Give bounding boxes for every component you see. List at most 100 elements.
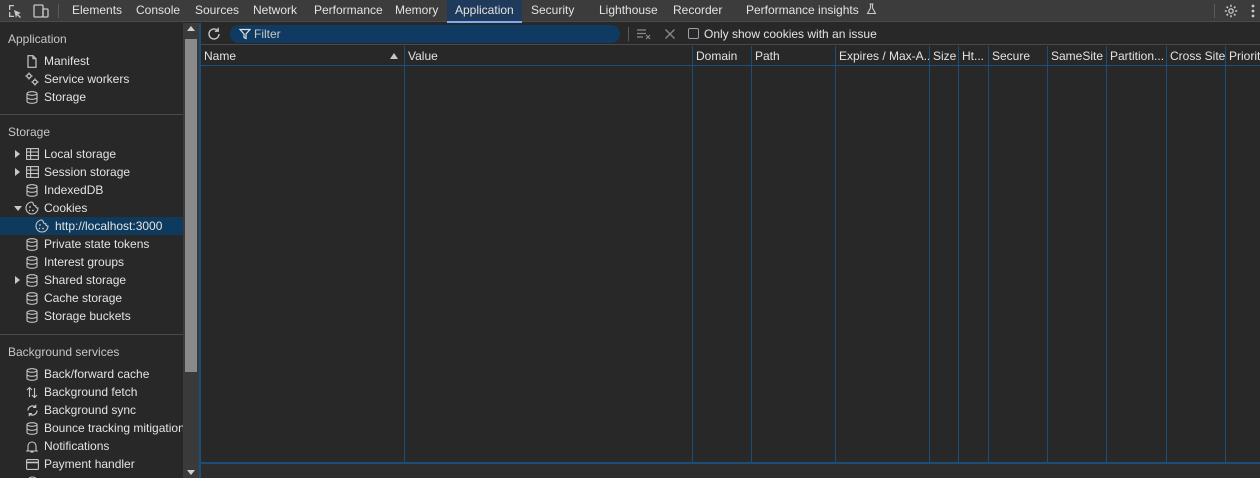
sidebar-item-interest-groups[interactable]: Interest groups [0, 253, 183, 271]
column-divider[interactable] [988, 46, 989, 463]
scrollbar-thumb[interactable] [185, 39, 197, 372]
sidebar-item-label: Service workers [44, 72, 130, 86]
sync-icon [25, 403, 39, 417]
sidebar-item-private-state-tokens[interactable]: Private state tokens [0, 235, 183, 253]
column-header-priority[interactable]: Priority [1226, 46, 1260, 66]
column-divider[interactable] [1166, 46, 1167, 463]
more-options-icon[interactable] [1244, 2, 1260, 20]
column-header-samesite[interactable]: SameSite [1048, 46, 1106, 66]
sidebar-item-background-sync[interactable]: Background sync [0, 401, 183, 419]
column-divider[interactable] [1106, 46, 1107, 463]
column-header-cross-site[interactable]: Cross Site [1167, 46, 1225, 66]
settings-gear-icon[interactable] [1222, 2, 1240, 20]
tab-lighthouse[interactable]: Lighthouse [599, 0, 658, 22]
column-divider[interactable] [751, 46, 752, 463]
filter-input[interactable] [254, 25, 614, 43]
column-header-path[interactable]: Path [752, 46, 835, 66]
column-header-size[interactable]: Size [930, 46, 958, 66]
sidebar-item-cookies-localhost[interactable]: http://localhost:3000 [0, 217, 183, 235]
scroll-down-arrow-icon[interactable] [187, 470, 195, 475]
bell-icon [25, 439, 39, 453]
sidebar-item-payment-handler[interactable]: Payment handler [0, 455, 183, 473]
sidebar-item-label: Bounce tracking mitigations [44, 421, 183, 435]
column-divider[interactable] [692, 46, 693, 463]
device-toolbar-icon[interactable] [32, 2, 50, 20]
expand-arrow-icon[interactable] [15, 150, 20, 158]
sidebar-item-background-fetch[interactable]: Background fetch [0, 383, 183, 401]
sidebar-item-manifest[interactable]: Manifest [0, 52, 183, 70]
sidebar-item-label: Cookies [44, 201, 88, 215]
tab-performance[interactable]: Performance [314, 0, 383, 22]
sidebar-item-partial[interactable] [0, 473, 183, 478]
sidebar-item-storage-overview[interactable]: Storage [0, 88, 183, 106]
sidebar-item-label: Notifications [44, 439, 110, 453]
tab-elements[interactable]: Elements [72, 0, 122, 22]
sidebar-item-session-storage[interactable]: Session storage [0, 163, 183, 181]
sidebar-item-label: Session storage [44, 165, 131, 179]
sidebar-item-label: IndexedDB [44, 183, 104, 197]
tab-performance-insights-label: Performance insights [746, 3, 859, 17]
toolbar-separator [628, 27, 629, 41]
column-header-expires[interactable]: Expires / Max-A... [836, 46, 929, 66]
sidebar-item-storage-buckets[interactable]: Storage buckets [0, 307, 183, 325]
table-icon [25, 147, 39, 161]
database-icon [25, 291, 39, 305]
only-issues-checkbox[interactable] [688, 28, 699, 39]
column-divider[interactable] [404, 46, 405, 463]
sidebar-scrollbar[interactable] [183, 23, 199, 478]
sidebar-item-bounce-tracking[interactable]: Bounce tracking mitigations [0, 419, 183, 437]
table-icon [25, 165, 39, 179]
tab-console[interactable]: Console [136, 0, 180, 22]
filter-funnel-icon [239, 28, 251, 40]
sidebar-item-label: Shared storage [44, 273, 127, 287]
only-issues-label[interactable]: Only show cookies with an issue [704, 27, 877, 41]
clear-filtered-cookies-icon[interactable] [636, 26, 652, 42]
database-icon [25, 367, 39, 381]
filter-box[interactable] [230, 25, 620, 43]
clear-all-cookies-icon[interactable] [662, 26, 678, 42]
column-divider[interactable] [958, 46, 959, 463]
scroll-up-arrow-icon[interactable] [187, 26, 195, 31]
refresh-icon[interactable] [206, 26, 222, 42]
column-header-value[interactable]: Value [405, 46, 692, 66]
document-icon [25, 54, 39, 68]
column-divider[interactable] [1225, 46, 1226, 463]
database-icon [25, 90, 39, 104]
tab-application[interactable]: Application [447, 0, 522, 23]
column-header-name[interactable]: Name [201, 46, 404, 66]
column-divider[interactable] [929, 46, 930, 463]
tab-network[interactable]: Network [253, 0, 297, 22]
sidebar-item-label: Interest groups [44, 255, 125, 269]
sidebar-item-label: Manifest [44, 54, 90, 68]
sidebar-item-indexeddb[interactable]: IndexedDB [0, 181, 183, 199]
arrows-updown-icon [25, 385, 39, 399]
sidebar-item-service-workers[interactable]: Service workers [0, 70, 183, 88]
sidebar-item-back-forward-cache[interactable]: Back/forward cache [0, 365, 183, 383]
sidebar-item-cookies[interactable]: Cookies [0, 199, 183, 217]
tab-bar-separator [58, 4, 59, 18]
sidebar-item-notifications[interactable]: Notifications [0, 437, 183, 455]
tab-performance-insights[interactable]: Performance insights [746, 0, 877, 22]
cookie-icon [25, 201, 39, 215]
sidebar-item-shared-storage[interactable]: Shared storage [0, 271, 183, 289]
tab-security[interactable]: Security [531, 0, 574, 22]
column-divider[interactable] [835, 46, 836, 463]
section-divider [0, 334, 183, 335]
column-divider[interactable] [1047, 46, 1048, 463]
column-header-domain[interactable]: Domain [693, 46, 751, 66]
collapse-arrow-icon[interactable] [14, 206, 22, 211]
column-header-partition-key[interactable]: Partition... [1107, 46, 1166, 66]
database-icon [25, 255, 39, 269]
inspect-element-icon[interactable] [6, 2, 24, 20]
sidebar-item-label: Background fetch [44, 385, 138, 399]
column-header-secure[interactable]: Secure [989, 46, 1047, 66]
tab-sources[interactable]: Sources [195, 0, 239, 22]
expand-arrow-icon[interactable] [15, 276, 20, 284]
sort-ascending-icon [390, 53, 398, 59]
tab-memory[interactable]: Memory [395, 0, 438, 22]
sidebar-item-local-storage[interactable]: Local storage [0, 145, 183, 163]
sidebar-item-cache-storage[interactable]: Cache storage [0, 289, 183, 307]
expand-arrow-icon[interactable] [15, 168, 20, 176]
column-header-httponly[interactable]: Ht... [959, 46, 988, 66]
tab-recorder[interactable]: Recorder [673, 0, 722, 22]
